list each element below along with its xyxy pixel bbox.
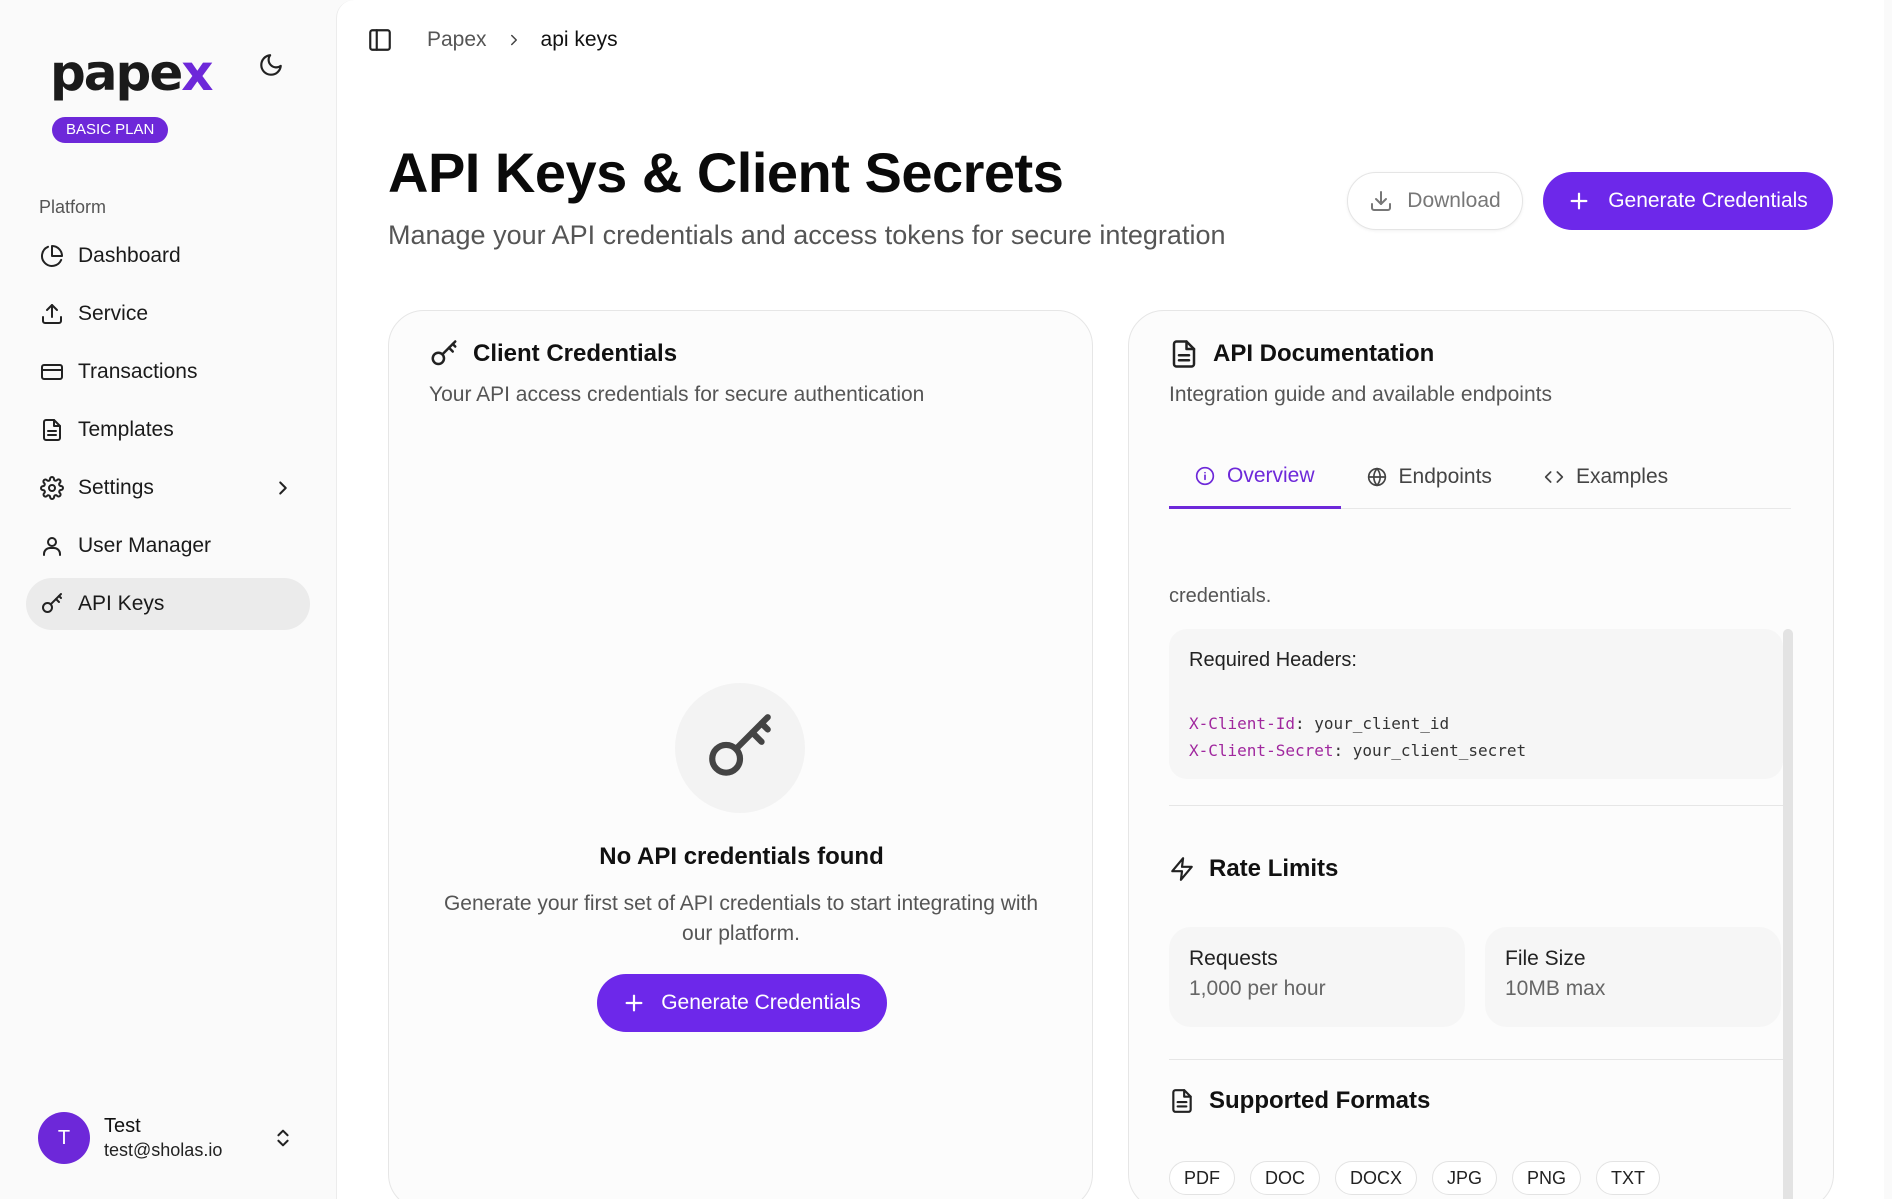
- sidebar-item-dashboard[interactable]: Dashboard: [26, 230, 310, 282]
- rate-limit-file-size: File Size 10MB max: [1485, 927, 1781, 1027]
- tab-examples[interactable]: Examples: [1518, 445, 1694, 509]
- tab-overview[interactable]: Overview: [1169, 445, 1341, 509]
- download-button-label: Download: [1407, 189, 1501, 212]
- sidebar-item-transactions[interactable]: Transactions: [26, 346, 310, 398]
- page-subtitle: Manage your API credentials and access t…: [388, 220, 1226, 250]
- rate-limits-heading: Rate Limits: [1169, 855, 1338, 883]
- empty-state-description: Generate your first set of API credentia…: [443, 892, 1039, 945]
- user-icon: [43, 537, 61, 556]
- client-credentials-card: Client Credentials Your API access crede…: [388, 310, 1093, 1199]
- sidebar-item-service[interactable]: Service: [26, 288, 310, 340]
- globe-icon: [1367, 467, 1386, 487]
- required-headers-title: Required Headers:: [1189, 649, 1357, 671]
- chevrons-up-down-icon: [277, 1129, 289, 1147]
- format-badge: TXT: [1596, 1161, 1661, 1195]
- format-badge: PDF: [1169, 1161, 1235, 1195]
- file-text-icon: [43, 419, 61, 441]
- docs-tab-content: credentials. Required Headers: X-Client-…: [1169, 573, 1791, 1199]
- overview-text: credentials.: [1169, 585, 1272, 607]
- sidebar-item-label: API Keys: [78, 592, 165, 615]
- code-icon: [1544, 471, 1564, 483]
- sidebar-item-settings[interactable]: Settings: [26, 462, 310, 514]
- page-title: API Keys & Client Secrets: [388, 141, 1064, 204]
- info-icon: [1195, 466, 1215, 485]
- download-icon: [1371, 191, 1392, 211]
- supported-formats-heading: Supported Formats: [1169, 1087, 1430, 1115]
- sidebar-item-label: Dashboard: [78, 244, 181, 267]
- user-email: test@sholas.io: [104, 1140, 223, 1160]
- empty-state-title: No API credentials found: [599, 843, 884, 870]
- file-text-icon: [1172, 340, 1196, 368]
- generate-credentials-label: Generate Credentials: [1608, 189, 1808, 212]
- card-title: Client Credentials: [473, 340, 678, 367]
- sidebar-item-user-manager[interactable]: User Manager: [26, 520, 310, 572]
- docs-tabs: Overview Endpoints Examples: [1169, 445, 1791, 509]
- sidebar-section-label: Platform: [39, 197, 107, 217]
- api-documentation-card: API Documentation Integration guide and …: [1128, 310, 1834, 1199]
- user-name: Test: [104, 1115, 141, 1137]
- moon-icon: [260, 54, 282, 76]
- key-icon: [431, 340, 457, 366]
- card-title: API Documentation: [1213, 340, 1435, 367]
- chevron-right-icon: [279, 481, 287, 495]
- format-badges: PDF DOC DOCX JPG PNG TXT: [1169, 1161, 1675, 1195]
- pie-chart-icon: [41, 245, 63, 267]
- file-text-icon: [1172, 1089, 1192, 1113]
- sidebar: papex BASIC PLAN Platform Dashboard Serv…: [0, 0, 336, 1199]
- empty-state-illustration: [675, 683, 805, 813]
- breadcrumb: Papex api keys: [367, 26, 618, 54]
- sidebar-item-label: User Manager: [78, 534, 212, 557]
- theme-toggle-button[interactable]: [254, 48, 288, 82]
- main-panel: Papex api keys API Keys & Client Secrets…: [336, 0, 1884, 1199]
- sidebar-item-label: Templates: [78, 418, 174, 441]
- sidebar-item-label: Transactions: [78, 360, 198, 383]
- download-button[interactable]: Download: [1347, 172, 1523, 230]
- plan-badge: BASIC PLAN: [52, 117, 169, 143]
- gear-icon: [40, 476, 64, 500]
- key-icon: [42, 593, 62, 613]
- sidebar-nav: Dashboard Service Transactions Templates…: [26, 230, 310, 636]
- card-description: Your API access credentials for secure a…: [429, 383, 925, 406]
- plus-icon: [1570, 192, 1588, 210]
- required-headers-block: Required Headers: X-Client-Id: your_clie…: [1169, 629, 1783, 779]
- divider: [1169, 805, 1783, 806]
- card-description: Integration guide and available endpoint…: [1169, 383, 1552, 406]
- tab-label: Endpoints: [1398, 465, 1492, 488]
- key-icon: [709, 714, 771, 776]
- sidebar-item-label: Service: [78, 302, 149, 325]
- tab-label: Examples: [1575, 465, 1669, 488]
- sidebar-item-templates[interactable]: Templates: [26, 404, 310, 456]
- rate-limit-requests: Requests 1,000 per hour: [1169, 927, 1465, 1027]
- generate-credentials-empty-label: Generate Credentials: [661, 991, 861, 1014]
- header-line: X-Client-Id: your_client_id: [1189, 714, 1450, 733]
- format-badge: JPG: [1432, 1161, 1498, 1195]
- papex-logo[interactable]: papex: [50, 44, 214, 102]
- format-badge: DOC: [1250, 1161, 1320, 1195]
- format-badge: DOCX: [1335, 1161, 1418, 1195]
- upload-icon: [42, 304, 62, 324]
- lightning-icon: [1171, 857, 1193, 881]
- breadcrumb-root-link[interactable]: Papex: [427, 28, 487, 52]
- generate-credentials-button[interactable]: Generate Credentials: [1543, 172, 1833, 230]
- credit-card-icon: [41, 364, 63, 380]
- tab-endpoints[interactable]: Endpoints: [1341, 445, 1518, 509]
- divider: [1169, 1059, 1783, 1060]
- header-line: X-Client-Secret: your_client_secret: [1189, 741, 1527, 760]
- sidebar-toggle-icon[interactable]: [367, 27, 393, 53]
- sidebar-item-label: Settings: [78, 476, 154, 499]
- format-badge: PNG: [1512, 1161, 1582, 1195]
- user-account-menu[interactable]: T Test test@sholas.io: [38, 1110, 300, 1166]
- avatar: T: [38, 1112, 90, 1164]
- sidebar-item-api-keys[interactable]: API Keys: [26, 578, 310, 630]
- chevron-right-icon: [510, 34, 517, 46]
- generate-credentials-empty-button[interactable]: Generate Credentials: [597, 974, 887, 1032]
- tab-label: Overview: [1227, 463, 1315, 487]
- breadcrumb-current: api keys: [540, 28, 618, 51]
- plus-icon: [625, 994, 643, 1012]
